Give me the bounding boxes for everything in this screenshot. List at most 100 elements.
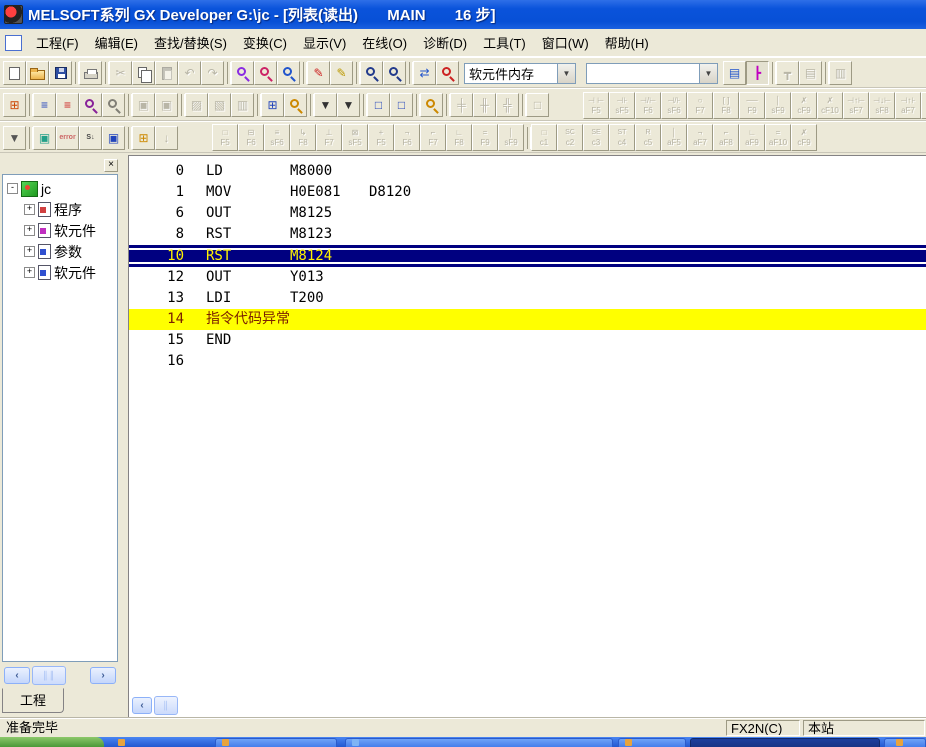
transfer-setup-button[interactable]: ⇄: [413, 61, 436, 85]
list-row[interactable]: 6OUTM8125: [129, 203, 926, 224]
sort-step-number-button[interactable]: S↓: [79, 126, 102, 150]
menu-item-h[interactable]: 帮助(H): [597, 33, 657, 54]
menu-item-s[interactable]: 查找/替换(S): [146, 33, 235, 54]
replace-device-button[interactable]: ✎: [307, 61, 330, 85]
falling-pulse-button[interactable]: ⊣↓⊢sF8: [869, 92, 895, 119]
alias-display-button[interactable]: ▥: [829, 61, 852, 85]
sfc-delete-line-button[interactable]: ✗cF9: [791, 124, 817, 151]
open-branch-button[interactable]: ⊣⊦sF5: [609, 92, 635, 119]
list-row[interactable]: 15END: [129, 330, 926, 351]
open-contact-button[interactable]: ⊣ ⊢F5: [583, 92, 609, 119]
menu-item-o[interactable]: 在线(O): [354, 33, 415, 54]
open-window-2-button[interactable]: □: [390, 93, 413, 117]
tree-expander-icon[interactable]: +: [24, 267, 35, 278]
monitor-stop-button[interactable]: ▣: [155, 93, 178, 117]
find-device-button[interactable]: [231, 61, 254, 85]
menu-item-t[interactable]: 工具(T): [475, 33, 534, 54]
sfc-conv-3-button[interactable]: =aF10: [765, 124, 791, 151]
menu-item-w[interactable]: 窗口(W): [534, 33, 597, 54]
sfc-step-jump-button[interactable]: ▼: [3, 126, 26, 150]
tree-item-root[interactable]: -jc: [3, 178, 117, 199]
sfc-selection-divergence-button[interactable]: ¬F6: [394, 124, 420, 151]
list-edit-mode-button[interactable]: ≡: [56, 93, 79, 117]
window-copy-button[interactable]: ▣: [33, 126, 56, 150]
taskbar-icon[interactable]: [118, 739, 125, 746]
list-row[interactable]: 1MOVH0E081D8120: [129, 182, 926, 203]
forced-input-button[interactable]: ▧: [208, 93, 231, 117]
save-project-button[interactable]: [49, 61, 72, 85]
statement-display-button[interactable]: ▤: [799, 61, 822, 85]
find-string-button[interactable]: [277, 61, 300, 85]
sfc-div-3-button[interactable]: ⌐aF8: [713, 124, 739, 151]
sfc-block-step-button[interactable]: ⊟F6: [238, 124, 264, 151]
taskbar-button-active[interactable]: [690, 738, 880, 747]
closed-branch-button[interactable]: ⊣/⊦sF6: [661, 92, 687, 119]
sfc-end-step-button[interactable]: ⊥F7: [316, 124, 342, 151]
ladder-symbol-mode-button[interactable]: ⊞: [3, 93, 26, 117]
tree-expander-icon[interactable]: -: [7, 183, 18, 194]
sfc-step-button[interactable]: □F5: [212, 124, 238, 151]
insert-line-button[interactable]: ╪: [450, 93, 473, 117]
sfc-rule-button[interactable]: □c1: [531, 124, 557, 151]
sfc-transition-button[interactable]: +F5: [368, 124, 394, 151]
find-in-program-button[interactable]: [79, 93, 102, 117]
sfc-conv-2-button[interactable]: ∟aF9: [739, 124, 765, 151]
falling-pulse-branch-button[interactable]: ⊣↓⊦aF8: [921, 92, 926, 119]
error-jump-button[interactable]: error: [56, 126, 79, 150]
cut-button[interactable]: ✂: [109, 61, 132, 85]
list-row-selected[interactable]: 10RSTM8124: [129, 245, 926, 267]
tree-horizontal-scrollbar[interactable]: ‹ ║║ ›: [2, 664, 118, 686]
menu-item-c[interactable]: 变换(C): [235, 33, 295, 54]
horizontal-line-button[interactable]: ──F9: [739, 92, 765, 119]
tree-expander-icon[interactable]: +: [24, 225, 35, 236]
scroll-left-icon[interactable]: ‹: [4, 667, 30, 684]
step-interval-button[interactable]: ▼: [337, 93, 360, 117]
tree-panel-gripper[interactable]: ×: [2, 157, 118, 173]
taskbar-button[interactable]: [215, 738, 337, 747]
application-instruction-button[interactable]: [ ]F8: [713, 92, 739, 119]
insert-rung-button[interactable]: ╬: [496, 93, 519, 117]
open-window-button[interactable]: □: [367, 93, 390, 117]
chevron-down-icon[interactable]: ▼: [699, 64, 717, 83]
toggle-project-tree-button[interactable]: ┣: [746, 61, 769, 85]
find-next-button[interactable]: [102, 93, 125, 117]
closed-contact-button[interactable]: ⊣/⊢F6: [635, 92, 661, 119]
sfc-jump-button[interactable]: ↳F8: [290, 124, 316, 151]
menu-item-f[interactable]: 工程(F): [28, 33, 87, 54]
step-execution-button[interactable]: ▼: [314, 93, 337, 117]
device-memory-combo[interactable]: 软元件内存▼: [464, 63, 576, 84]
device-test-button[interactable]: ▨: [185, 93, 208, 117]
sfc-sc-button[interactable]: SCc2: [557, 124, 583, 151]
list-row[interactable]: 8RSTM8123: [129, 224, 926, 245]
scroll-thumb[interactable]: ║║: [32, 666, 66, 685]
redo-button[interactable]: ↷: [201, 61, 224, 85]
list-row[interactable]: 12OUTY013: [129, 267, 926, 288]
sfc-block-list-button[interactable]: ⊞: [132, 126, 155, 150]
paste-button[interactable]: [155, 61, 178, 85]
sfc-st-button[interactable]: STc4: [609, 124, 635, 151]
scroll-right-icon[interactable]: ›: [90, 667, 116, 684]
chevron-down-icon[interactable]: ▼: [557, 64, 575, 83]
list-horizontal-scrollbar[interactable]: ‹ ║: [128, 693, 926, 717]
forced-output-button[interactable]: ▥: [231, 93, 254, 117]
find-instruction-button[interactable]: [254, 61, 277, 85]
monitor-condition-button[interactable]: [284, 93, 307, 117]
sfc-block-start-button[interactable]: ⊠sF5: [342, 124, 368, 151]
vertical-line-button[interactable]: │sF9: [765, 92, 791, 119]
tree-expander-icon[interactable]: +: [24, 204, 35, 215]
rising-pulse-branch-button[interactable]: ⊣↑⊦aF7: [895, 92, 921, 119]
sfc-div-2-button[interactable]: ¬aF7: [687, 124, 713, 151]
taskbar-button[interactable]: [884, 738, 926, 747]
tab-project[interactable]: 工程: [2, 688, 64, 713]
scroll-thumb[interactable]: ║: [154, 696, 178, 715]
find-device-usage-button[interactable]: [383, 61, 406, 85]
sfc-simultaneous-convergence-button[interactable]: =F9: [472, 124, 498, 151]
open-project-button[interactable]: [26, 61, 49, 85]
close-tree-panel-button[interactable]: ×: [104, 159, 118, 172]
tree-item-2[interactable]: +软元件: [3, 220, 117, 241]
project-data-list-button[interactable]: ▤: [723, 61, 746, 85]
coil-button[interactable]: ○F7: [687, 92, 713, 119]
list-row[interactable]: 13LDIT200: [129, 288, 926, 309]
block-display-button[interactable]: ▣: [102, 126, 125, 150]
scroll-left-icon[interactable]: ‹: [132, 697, 152, 714]
